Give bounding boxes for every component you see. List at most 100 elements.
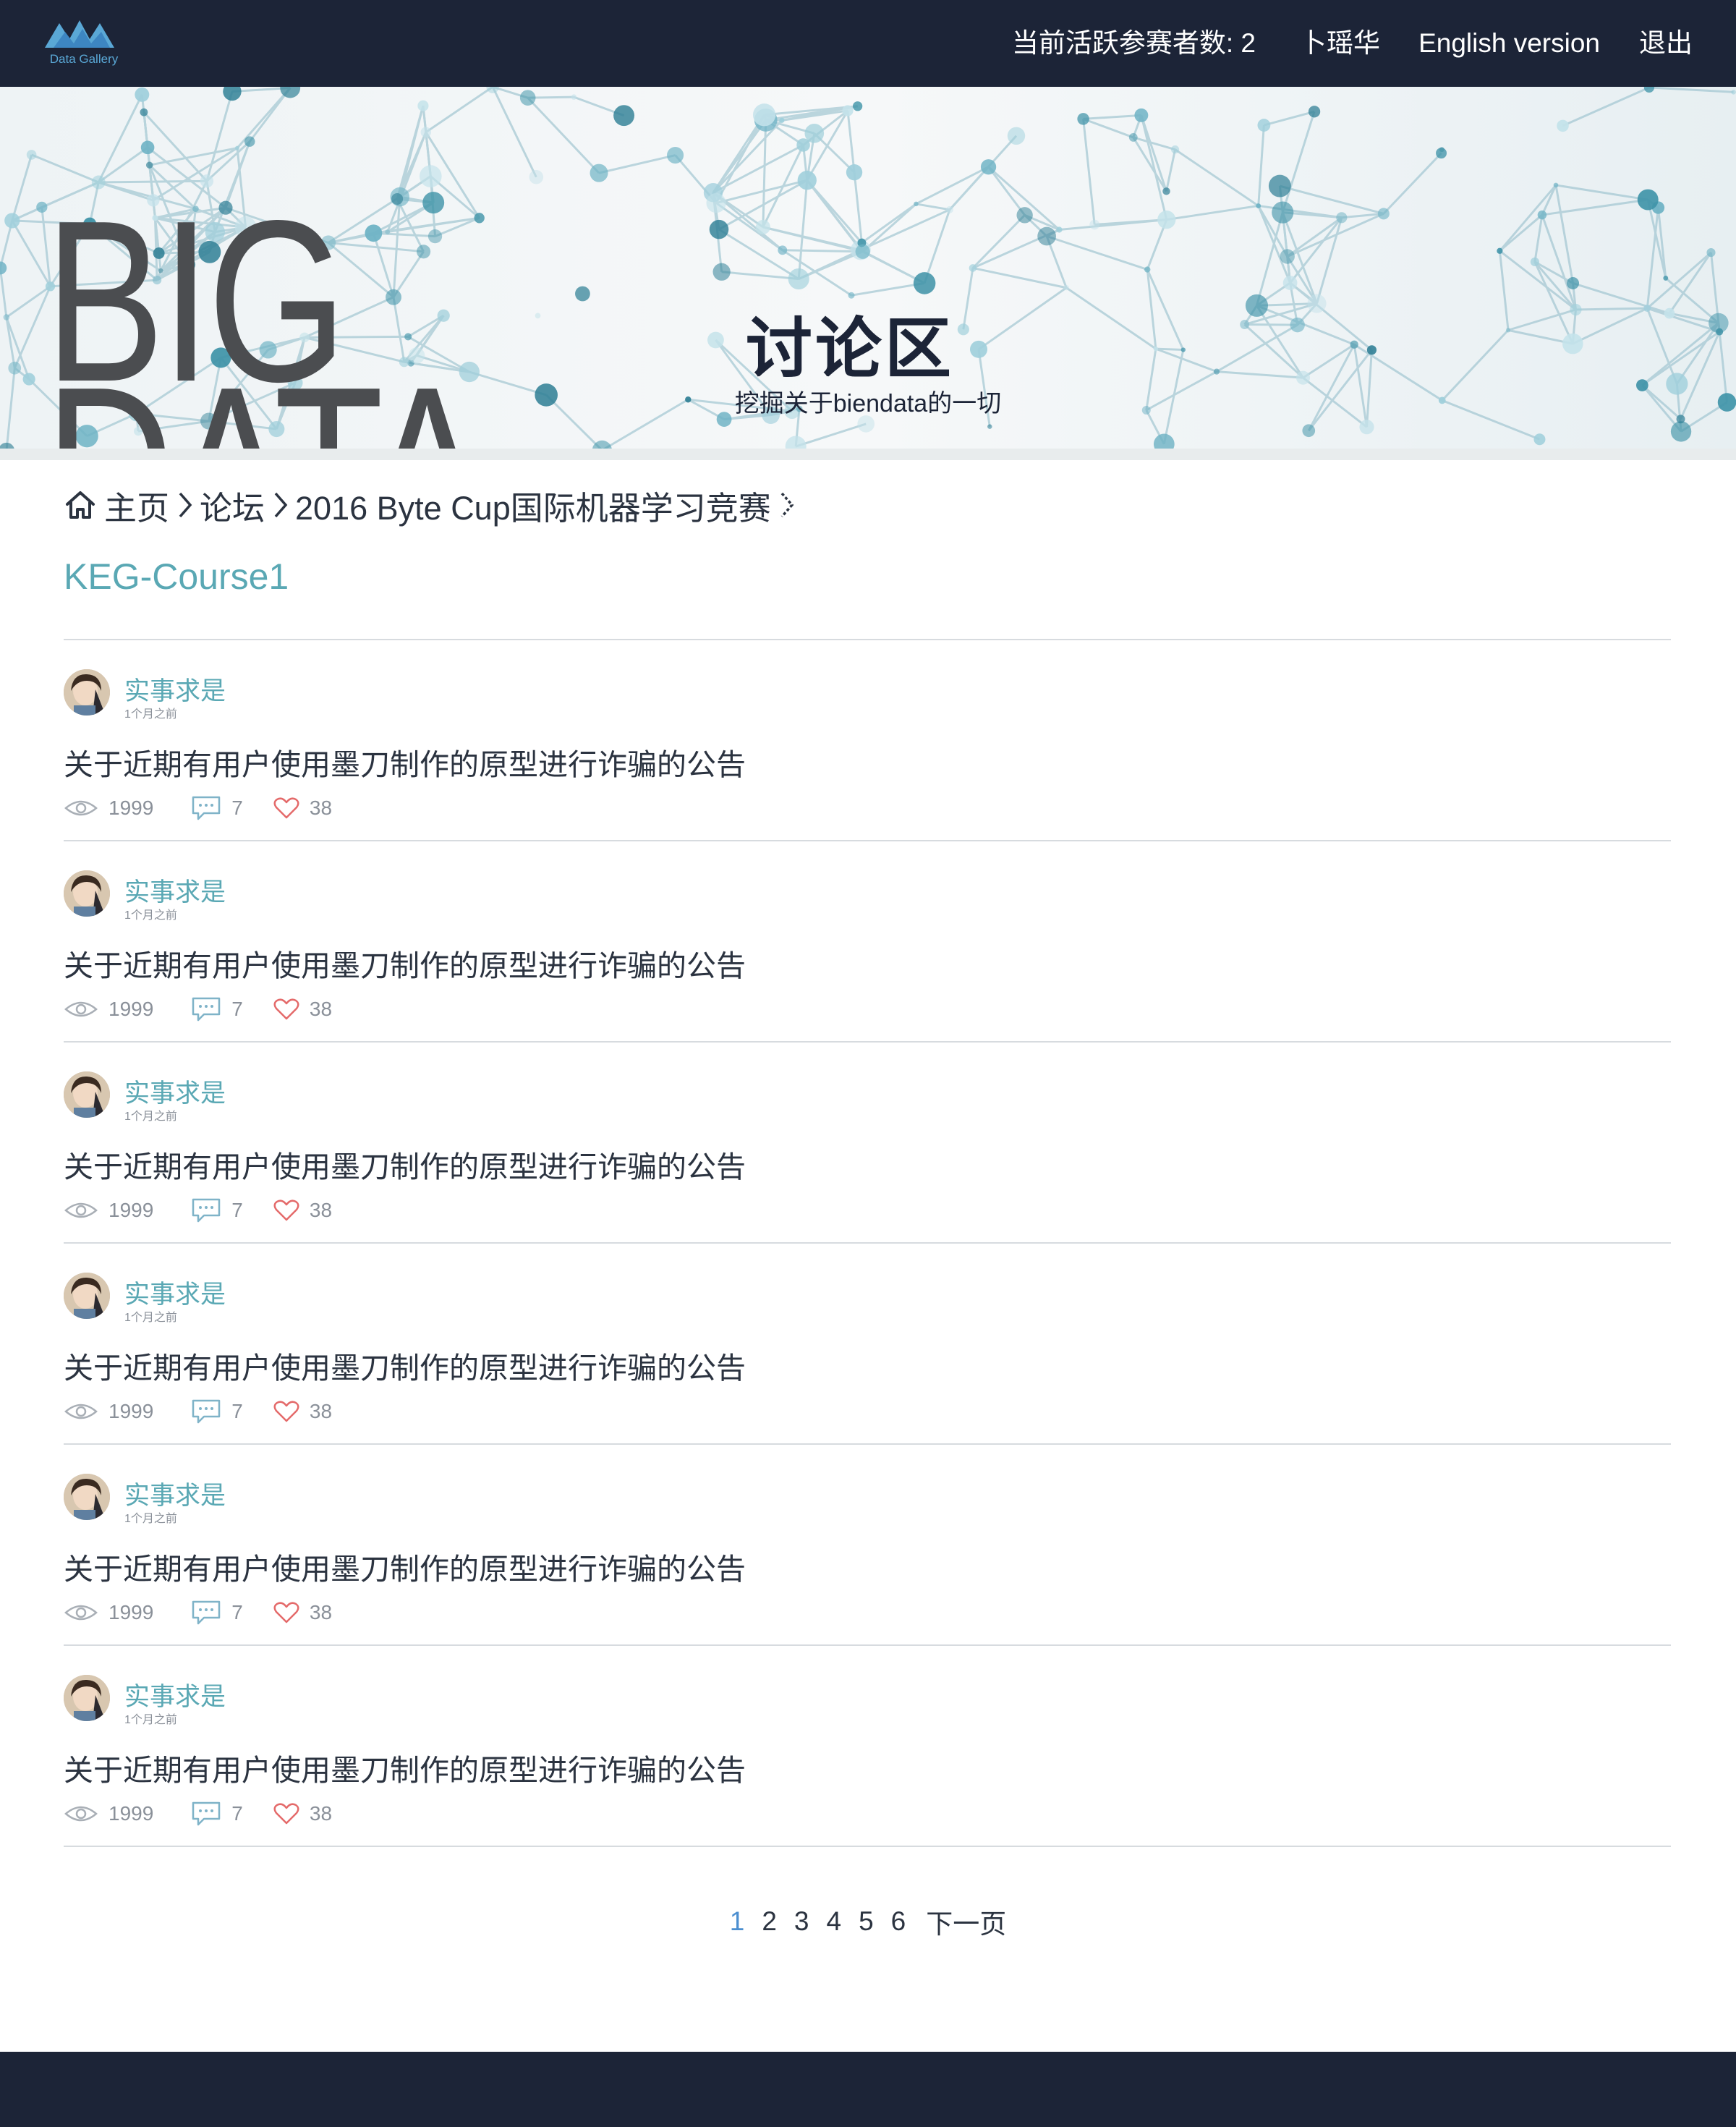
post-time: 1个月之前 — [124, 1111, 177, 1123]
post-item[interactable]: 实事求是 1个月之前 关于近期有用户使用墨刀制作的原型进行诈骗的公告 1999 … — [64, 1445, 1671, 1646]
post-time: 1个月之前 — [124, 1513, 177, 1525]
page-number-link[interactable]: 2 — [762, 1906, 777, 1937]
heart-icon[interactable] — [273, 1199, 299, 1222]
site-logo[interactable]: Data Gallery — [41, 14, 127, 72]
avatar[interactable] — [64, 1474, 110, 1520]
eye-icon — [64, 1806, 98, 1822]
post-item[interactable]: 实事求是 1个月之前 关于近期有用户使用墨刀制作的原型进行诈骗的公告 1999 … — [64, 841, 1671, 1043]
post-stats: 1999 7 38 — [64, 995, 332, 1024]
breadcrumb: 主页 论坛 2016 Byte Cup国际机器学习竞赛 — [64, 483, 801, 527]
heart-icon[interactable] — [273, 1601, 299, 1624]
banner-title: 讨论区 — [745, 313, 954, 386]
comment-bubble-icon[interactable] — [191, 794, 221, 822]
logout-link[interactable]: 退出 — [1639, 23, 1693, 64]
page-number-link[interactable]: 5 — [859, 1906, 874, 1937]
avatar[interactable] — [64, 1273, 110, 1319]
post-time: 1个月之前 — [124, 909, 177, 922]
page-number-link[interactable]: 3 — [794, 1906, 809, 1937]
like-count: 38 — [309, 1601, 333, 1623]
chevron-right-icon — [780, 492, 794, 518]
comment-count: 7 — [231, 998, 243, 1020]
heart-icon[interactable] — [273, 1802, 299, 1825]
post-time: 1个月之前 — [124, 1312, 177, 1324]
comment-count: 7 — [231, 1802, 243, 1825]
view-count: 1999 — [109, 998, 154, 1020]
post-stats: 1999 7 38 — [64, 1598, 332, 1627]
post-author[interactable]: 实事求是 — [124, 1475, 226, 1512]
next-page-link[interactable]: 下一页 — [926, 1902, 1006, 1941]
like-count: 38 — [309, 1802, 333, 1825]
home-icon[interactable] — [64, 488, 97, 522]
post-title[interactable]: 关于近期有用户使用墨刀制作的原型进行诈骗的公告 — [64, 941, 746, 985]
logo-text: Data Gallery — [49, 52, 119, 66]
view-count: 1999 — [109, 1601, 154, 1623]
top-navbar: Data Gallery 当前活跃参赛者数: 2 卜瑶华 English ver… — [0, 0, 1736, 87]
post-author[interactable]: 实事求是 — [124, 671, 226, 708]
view-count: 1999 — [109, 1802, 154, 1825]
view-count: 1999 — [109, 1199, 154, 1221]
post-stats: 1999 7 38 — [64, 1397, 332, 1426]
post-author[interactable]: 实事求是 — [124, 1676, 226, 1713]
post-title[interactable]: 关于近期有用户使用墨刀制作的原型进行诈骗的公告 — [64, 1142, 746, 1186]
heart-icon[interactable] — [273, 998, 299, 1021]
page-title: KEG-Course1 — [64, 556, 289, 597]
avatar[interactable] — [64, 870, 110, 917]
comment-bubble-icon[interactable] — [191, 1197, 221, 1224]
post-author[interactable]: 实事求是 — [124, 872, 226, 909]
post-title[interactable]: 关于近期有用户使用墨刀制作的原型进行诈骗的公告 — [64, 1746, 746, 1789]
eye-icon — [64, 800, 98, 816]
post-title[interactable]: 关于近期有用户使用墨刀制作的原型进行诈骗的公告 — [64, 1545, 746, 1588]
eye-icon — [64, 1605, 98, 1621]
post-stats: 1999 7 38 — [64, 1799, 332, 1828]
post-author[interactable]: 实事求是 — [124, 1073, 226, 1110]
banner-subtitle: 挖掘关于biendata的一切 — [734, 390, 1002, 417]
post-time: 1个月之前 — [124, 1714, 177, 1726]
page-number-link[interactable]: 1 — [730, 1906, 745, 1937]
eye-icon — [64, 1404, 98, 1419]
heart-icon[interactable] — [273, 1400, 299, 1423]
pagination: 123456 下一页 — [0, 1901, 1736, 1942]
avatar[interactable] — [64, 1071, 110, 1118]
like-count: 38 — [309, 1199, 333, 1221]
breadcrumb-home[interactable]: 主页 — [104, 482, 169, 529]
post-item[interactable]: 实事求是 1个月之前 关于近期有用户使用墨刀制作的原型进行诈骗的公告 1999 … — [64, 1244, 1671, 1445]
view-count: 1999 — [109, 797, 154, 819]
post-item[interactable]: 实事求是 1个月之前 关于近期有用户使用墨刀制作的原型进行诈骗的公告 1999 … — [64, 1646, 1671, 1847]
breadcrumb-competition[interactable]: 2016 Byte Cup国际机器学习竞赛 — [295, 482, 771, 529]
comment-count: 7 — [231, 1199, 243, 1221]
post-title[interactable]: 关于近期有用户使用墨刀制作的原型进行诈骗的公告 — [64, 1343, 746, 1387]
post-stats: 1999 7 38 — [64, 794, 332, 823]
eye-icon — [64, 1202, 98, 1218]
post-item[interactable]: 实事求是 1个月之前 关于近期有用户使用墨刀制作的原型进行诈骗的公告 1999 … — [64, 640, 1671, 841]
comment-count: 7 — [231, 797, 243, 819]
comment-bubble-icon[interactable] — [191, 1398, 221, 1425]
active-participants-count: 当前活跃参赛者数: 2 — [1011, 28, 1256, 58]
eye-icon — [64, 1001, 98, 1017]
post-title[interactable]: 关于近期有用户使用墨刀制作的原型进行诈骗的公告 — [64, 740, 746, 784]
page-number-link[interactable]: 4 — [827, 1906, 842, 1937]
like-count: 38 — [309, 1400, 333, 1422]
comment-bubble-icon[interactable] — [191, 1599, 221, 1626]
banner-divider — [0, 449, 1736, 460]
comment-count: 7 — [231, 1601, 243, 1623]
user-name-link[interactable]: 卜瑶华 — [1300, 23, 1380, 64]
view-count: 1999 — [109, 1400, 154, 1422]
like-count: 38 — [309, 998, 333, 1020]
chevron-right-icon — [274, 492, 288, 518]
like-count: 38 — [309, 797, 333, 819]
post-item[interactable]: 实事求是 1个月之前 关于近期有用户使用墨刀制作的原型进行诈骗的公告 1999 … — [64, 1043, 1671, 1244]
avatar[interactable] — [64, 669, 110, 716]
heart-icon[interactable] — [273, 797, 299, 820]
post-author[interactable]: 实事求是 — [124, 1274, 226, 1311]
english-version-link[interactable]: English version — [1418, 23, 1600, 64]
comment-bubble-icon[interactable] — [191, 995, 221, 1023]
page-number-link[interactable]: 6 — [891, 1906, 906, 1937]
breadcrumb-forum[interactable]: 论坛 — [200, 482, 265, 529]
chevron-right-icon — [179, 492, 192, 518]
mountain-logo-icon — [45, 20, 114, 48]
comment-count: 7 — [231, 1400, 243, 1422]
post-time: 1个月之前 — [124, 708, 177, 721]
comment-bubble-icon[interactable] — [191, 1800, 221, 1827]
hero-banner: BIG DATA 讨论区 挖掘关于biendata的一切 — [0, 87, 1736, 459]
avatar[interactable] — [64, 1675, 110, 1721]
